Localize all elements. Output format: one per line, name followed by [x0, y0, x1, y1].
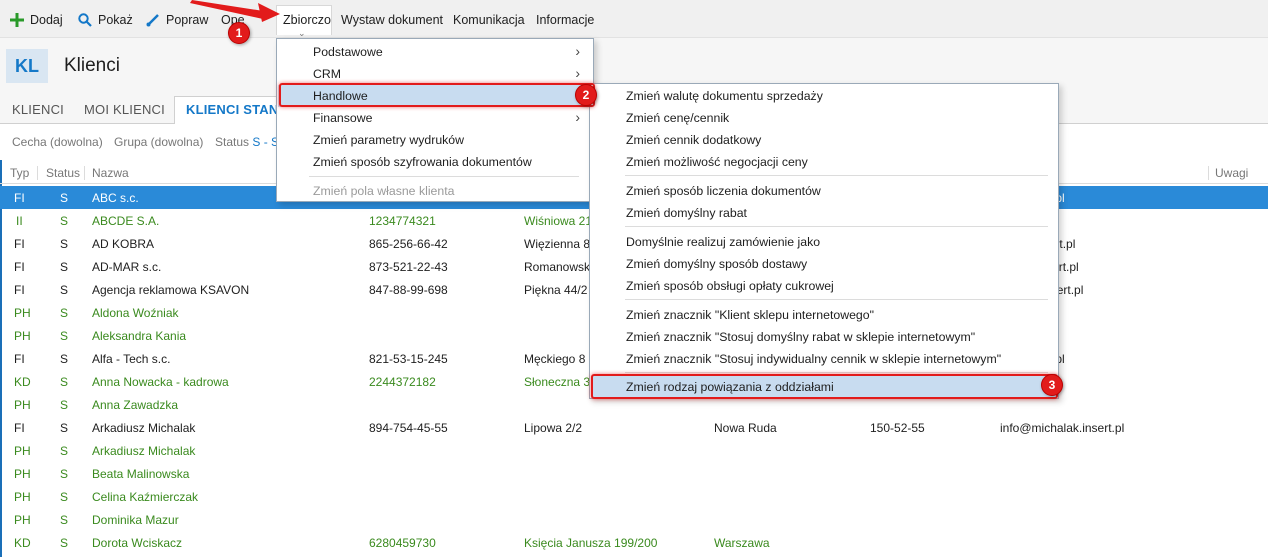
arrow-head	[258, 3, 280, 22]
arrow-annotation	[190, 0, 280, 22]
arrow-shaft	[190, 0, 270, 19]
step-badge-3: 3	[1041, 374, 1063, 396]
step-badge-1: 1	[228, 22, 250, 44]
step-badge-2: 2	[575, 84, 597, 106]
